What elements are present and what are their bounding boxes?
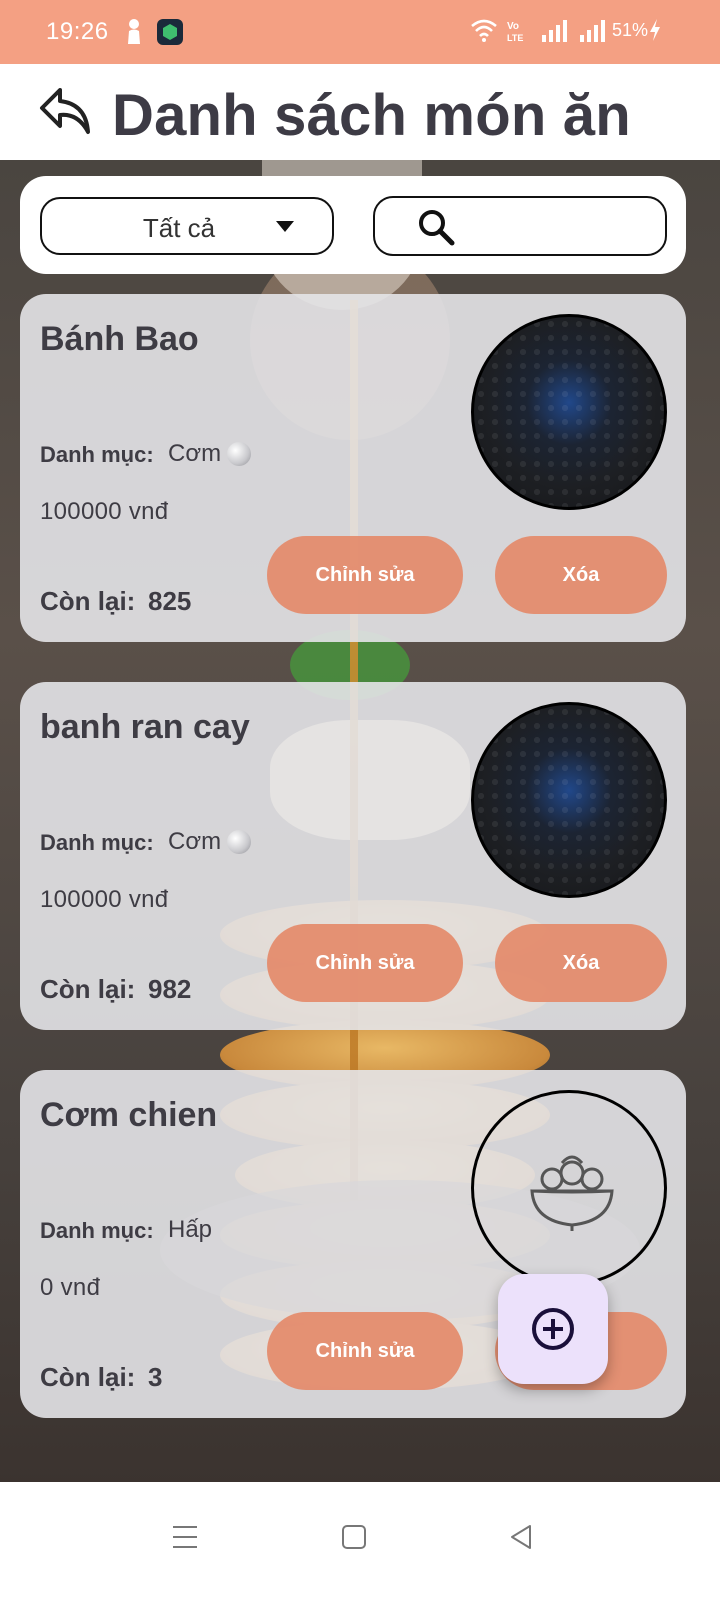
food-price: 100000 vnđ — [40, 498, 169, 525]
delete-button[interactable]: Xóa — [495, 924, 667, 1002]
food-image — [471, 314, 667, 510]
svg-text:Vo: Vo — [507, 21, 519, 32]
remaining-label: Còn lại: — [40, 974, 136, 1004]
food-name: banh ran cay — [40, 708, 250, 746]
category-dot-icon — [227, 442, 251, 466]
food-card: banh ran cay Danh mục: Cơm 100000 vnđ Cò… — [20, 682, 686, 1030]
edit-button[interactable]: Chỉnh sửa — [267, 536, 463, 614]
remaining-value: 3 — [148, 1362, 163, 1392]
food-image — [471, 1090, 667, 1286]
charging-icon — [650, 19, 660, 41]
filter-bar: Tất cả — [20, 176, 686, 274]
category-label: Danh mục: — [40, 1218, 154, 1243]
signal-icon — [580, 20, 605, 42]
dropdown-value: Tất cả — [142, 213, 216, 243]
food-name: Bánh Bao — [40, 320, 199, 358]
remaining-label: Còn lại: — [40, 586, 136, 616]
signal-icon — [542, 20, 567, 42]
salad-bowl-icon — [530, 1155, 614, 1231]
food-card: Bánh Bao Danh mục: Cơm 100000 vnđ Còn lạ… — [20, 294, 686, 642]
app-header: Danh sách món ăn — [0, 64, 720, 160]
food-name: Cơm chien — [40, 1096, 218, 1134]
page-title: Danh sách món ăn — [112, 83, 631, 148]
wifi-icon — [471, 19, 497, 42]
add-food-button[interactable] — [498, 1274, 608, 1384]
remaining-value: 982 — [148, 974, 192, 1004]
search-box[interactable] — [373, 196, 667, 256]
category-label: Danh mục: — [40, 830, 154, 855]
volte-icon: Vo LTE — [507, 21, 523, 43]
edit-button[interactable]: Chỉnh sửa — [267, 1312, 463, 1390]
food-image — [471, 702, 667, 898]
menu-icon[interactable] — [172, 1524, 198, 1550]
remaining-value: 825 — [148, 586, 192, 616]
home-icon[interactable] — [341, 1524, 367, 1550]
dropdown-caret-icon — [276, 221, 294, 232]
system-nav-bar — [0, 1482, 720, 1600]
category-dropdown[interactable]: Tất cả — [40, 197, 334, 255]
search-input[interactable] — [467, 206, 657, 246]
category-value: Cơm — [168, 440, 222, 467]
back-nav-icon[interactable] — [508, 1524, 534, 1550]
category-value: Hấp — [168, 1216, 213, 1243]
status-bar: 19:26 Vo LTE 51% — [0, 0, 720, 64]
back-icon[interactable] — [38, 86, 92, 136]
food-price: 100000 vnđ — [40, 886, 169, 913]
category-value: Cơm — [168, 828, 222, 855]
person-icon — [128, 19, 140, 44]
app-icon — [157, 19, 183, 45]
status-time: 19:26 — [46, 18, 109, 45]
category-dot-icon — [227, 830, 251, 854]
remaining-label: Còn lại: — [40, 1362, 136, 1392]
delete-button[interactable]: Xóa — [495, 536, 667, 614]
add-circle-icon — [532, 1308, 574, 1350]
search-icon — [419, 210, 455, 246]
food-price: 0 vnđ — [40, 1274, 101, 1301]
svg-text:LTE: LTE — [507, 33, 523, 43]
edit-button[interactable]: Chỉnh sửa — [267, 924, 463, 1002]
battery-percent: 51% — [612, 20, 649, 40]
category-label: Danh mục: — [40, 442, 154, 467]
